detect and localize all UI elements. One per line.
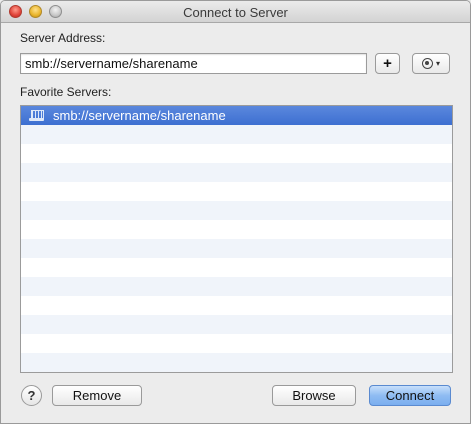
- server-icon: [29, 109, 44, 122]
- chevron-down-icon: ▾: [435, 59, 440, 68]
- connect-button[interactable]: Connect: [369, 385, 451, 406]
- list-item[interactable]: smb://servername/sharename: [21, 106, 452, 125]
- list-item[interactable]: [21, 258, 452, 277]
- remove-button[interactable]: Remove: [52, 385, 142, 406]
- list-item[interactable]: [21, 353, 452, 372]
- server-address-input[interactable]: [20, 53, 367, 74]
- favorite-servers-list[interactable]: smb://servername/sharename: [20, 105, 453, 373]
- action-menu-button[interactable]: ▾: [412, 53, 450, 74]
- title-bar: Connect to Server: [1, 1, 470, 23]
- connect-to-server-window: Connect to Server Server Address: + ▾ Fa…: [0, 0, 471, 424]
- list-item[interactable]: [21, 334, 452, 353]
- help-icon: ?: [27, 388, 36, 403]
- list-item[interactable]: [21, 163, 452, 182]
- window-title: Connect to Server: [183, 5, 288, 20]
- server-address-label: Server Address:: [20, 31, 106, 45]
- list-item[interactable]: [21, 220, 452, 239]
- list-item-label: smb://servername/sharename: [53, 108, 226, 123]
- add-favorite-button[interactable]: +: [375, 53, 400, 74]
- list-item[interactable]: [21, 144, 452, 163]
- list-item[interactable]: [21, 296, 452, 315]
- list-item[interactable]: [21, 239, 452, 258]
- browse-button[interactable]: Browse: [272, 385, 356, 406]
- plus-icon: +: [383, 55, 392, 72]
- list-item[interactable]: [21, 182, 452, 201]
- list-item[interactable]: [21, 125, 452, 144]
- help-button[interactable]: ?: [21, 385, 42, 406]
- favorite-servers-label: Favorite Servers:: [20, 85, 112, 99]
- list-item[interactable]: [21, 277, 452, 296]
- list-item[interactable]: [21, 315, 452, 334]
- list-item[interactable]: [21, 201, 452, 220]
- gear-icon: [421, 58, 433, 69]
